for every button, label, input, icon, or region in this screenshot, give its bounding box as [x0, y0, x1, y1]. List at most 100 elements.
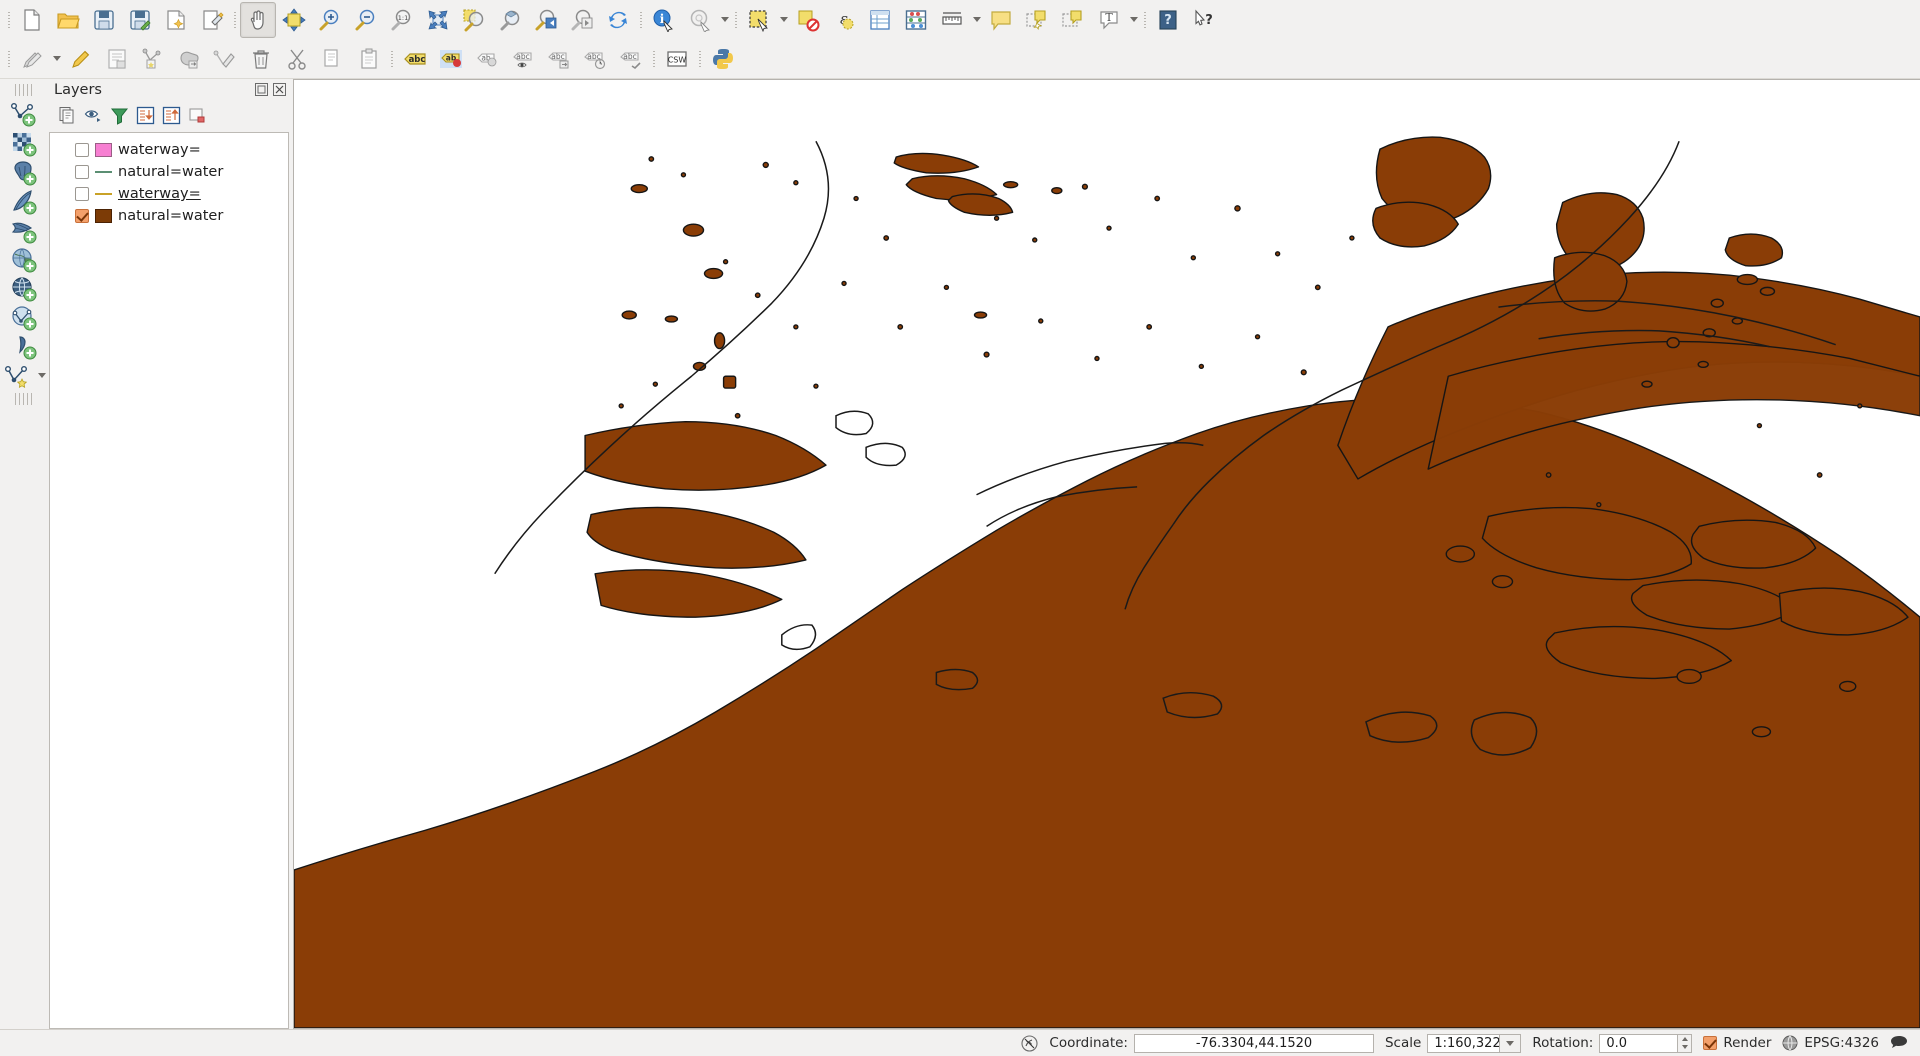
panel-close-button[interactable]	[272, 82, 287, 97]
measure-dropdown-arrow[interactable]	[970, 2, 983, 38]
rotation-spinner[interactable]	[1677, 1033, 1693, 1053]
delete-selected-button[interactable]	[243, 41, 279, 77]
help-contents-button[interactable]: ?	[1150, 2, 1186, 38]
layer-visibility-checkbox[interactable]	[75, 165, 89, 179]
text-annotation-button[interactable]: T	[1091, 2, 1127, 38]
left-toolbar-handle-bottom[interactable]	[14, 393, 33, 405]
left-toolbar-handle[interactable]	[14, 84, 33, 96]
open-layer-styling-button[interactable]	[56, 104, 79, 127]
add-wms-layer-button[interactable]	[6, 245, 42, 274]
copy-features-button[interactable]	[315, 41, 351, 77]
open-project-button[interactable]	[50, 2, 86, 38]
feature-action-dropdown-arrow[interactable]	[718, 2, 731, 38]
zoom-native-button[interactable]: 1:1	[384, 2, 420, 38]
metasearch-button[interactable]: CSW	[659, 41, 695, 77]
pan-map-button[interactable]	[240, 1, 276, 38]
add-delimited-text-layer-button[interactable]	[6, 332, 42, 361]
open-attribute-table-button[interactable]	[862, 2, 898, 38]
move-annotation-button[interactable]	[1055, 2, 1091, 38]
add-mssql-layer-button[interactable]	[6, 216, 42, 245]
messages-item[interactable]	[1890, 1035, 1908, 1051]
rotation-spinbox[interactable]: 0.0	[1599, 1033, 1693, 1053]
statistical-summary-button[interactable]	[898, 2, 934, 38]
scale-dropdown-arrow[interactable]	[1499, 1033, 1522, 1053]
expand-all-button[interactable]	[134, 104, 157, 127]
cut-features-button[interactable]	[279, 41, 315, 77]
render-checkbox[interactable]	[1703, 1036, 1718, 1050]
select-by-expression-button[interactable]: ε	[826, 2, 862, 38]
toolbar-handle[interactable]	[4, 46, 14, 72]
layer-visibility-checkbox[interactable]	[75, 143, 89, 157]
python-console-button[interactable]	[705, 41, 741, 77]
show-hide-labels-button[interactable]: abc	[505, 41, 541, 77]
toolbar-handle[interactable]	[4, 7, 14, 33]
label-layer-button[interactable]: abc	[397, 41, 433, 77]
whats-this-button[interactable]: ?	[1186, 2, 1222, 38]
current-edits-dropdown-arrow[interactable]	[50, 41, 63, 77]
rotate-label-button[interactable]: abc	[577, 41, 613, 77]
move-feature-button[interactable]	[171, 41, 207, 77]
zoom-last-button[interactable]	[528, 2, 564, 38]
identify-features-button[interactable]: i	[646, 2, 682, 38]
add-wcs-layer-button[interactable]	[6, 274, 42, 303]
current-edits-button[interactable]	[14, 41, 50, 77]
scale-combo[interactable]: 1:160,322	[1427, 1033, 1522, 1053]
highlight-pinned-labels-button[interactable]: ab	[433, 41, 469, 77]
save-layer-edits-button[interactable]	[99, 41, 135, 77]
zoom-next-button[interactable]	[564, 2, 600, 38]
add-vector-layer-button[interactable]	[6, 100, 42, 129]
pin-labels-button[interactable]: abc	[613, 41, 649, 77]
save-project-as-button[interactable]	[122, 2, 158, 38]
layer-row[interactable]: natural=water	[50, 161, 288, 183]
new-layer-dropdown-arrow[interactable]	[36, 361, 48, 390]
zoom-to-selection-button[interactable]	[456, 2, 492, 38]
render-item[interactable]: Render	[1703, 1035, 1771, 1051]
layer-row[interactable]: natural=water	[50, 205, 288, 227]
panel-float-button[interactable]	[254, 82, 269, 97]
zoom-to-layer-button[interactable]	[492, 2, 528, 38]
add-spatialite-layer-button[interactable]	[6, 187, 42, 216]
layer-visibility-checkbox[interactable]	[75, 187, 89, 201]
paste-features-button[interactable]	[351, 41, 387, 77]
add-postgis-layer-button[interactable]	[6, 158, 42, 187]
new-shapefile-layer-button[interactable]	[0, 361, 36, 390]
save-project-button[interactable]	[86, 2, 122, 38]
crs-item[interactable]: EPSG:4326	[1782, 1035, 1879, 1051]
zoom-out-button[interactable]	[348, 2, 384, 38]
locator-item[interactable]	[1021, 1034, 1038, 1052]
manage-map-themes-button[interactable]	[82, 104, 105, 127]
remove-layer-button[interactable]	[186, 104, 209, 127]
select-features-dropdown-arrow[interactable]	[777, 2, 790, 38]
new-project-button[interactable]	[14, 2, 50, 38]
annotation-dropdown-arrow[interactable]	[1127, 2, 1140, 38]
new-print-layout-button[interactable]	[158, 2, 194, 38]
layout-manager-button[interactable]	[194, 2, 230, 38]
toggle-editing-button[interactable]	[63, 41, 99, 77]
deselect-features-button[interactable]	[790, 2, 826, 38]
rotation-value[interactable]: 0.0	[1599, 1033, 1678, 1053]
change-label-button[interactable]: abc	[541, 41, 577, 77]
pan-to-selection-button[interactable]	[276, 2, 312, 38]
layer-row[interactable]: waterway=	[50, 183, 288, 205]
coordinate-input[interactable]: -76.3304,44.1520	[1133, 1033, 1374, 1053]
zoom-full-button[interactable]	[420, 2, 456, 38]
scale-value[interactable]: 1:160,322	[1427, 1033, 1501, 1053]
move-label-button[interactable]: ab	[469, 41, 505, 77]
add-feature-button[interactable]	[135, 41, 171, 77]
add-raster-layer-button[interactable]	[6, 129, 42, 158]
add-wfs-layer-button[interactable]	[6, 303, 42, 332]
select-features-button[interactable]	[741, 2, 777, 38]
measure-line-button[interactable]	[934, 2, 970, 38]
map-canvas-frame[interactable]	[293, 79, 1920, 1029]
new-annotation-button[interactable]	[1019, 2, 1055, 38]
run-feature-action-button[interactable]	[682, 2, 718, 38]
node-tool-button[interactable]	[207, 41, 243, 77]
zoom-in-button[interactable]	[312, 2, 348, 38]
refresh-button[interactable]	[600, 2, 636, 38]
collapse-all-button[interactable]	[160, 104, 183, 127]
filter-legend-button[interactable]	[108, 104, 131, 127]
layer-row[interactable]: waterway=	[50, 139, 288, 161]
map-tips-button[interactable]	[983, 2, 1019, 38]
layer-visibility-checkbox[interactable]	[75, 209, 89, 223]
map-canvas[interactable]	[294, 80, 1920, 1028]
